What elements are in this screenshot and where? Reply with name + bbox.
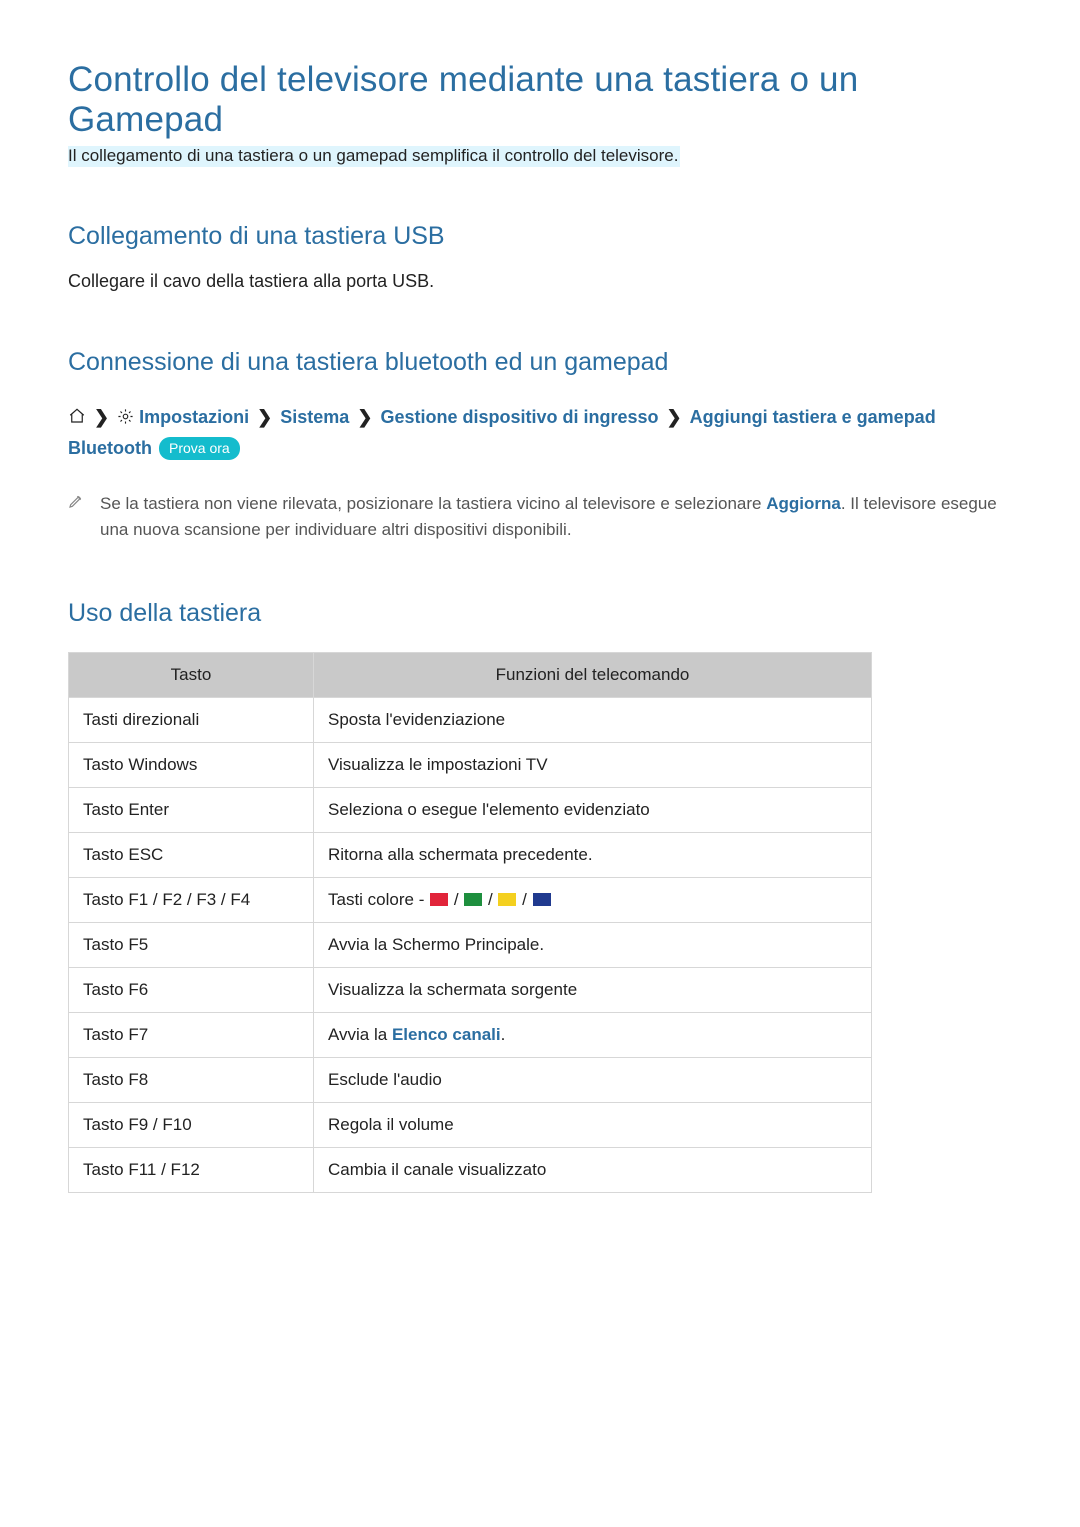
note-pre: Se la tastiera non viene rilevata, posiz…: [100, 494, 766, 513]
table-header-row: Tasto Funzioni del telecomando: [69, 653, 872, 698]
chevron-right-icon: ❯: [257, 407, 272, 427]
table-row: Tasto F5 Avvia la Schermo Principale.: [69, 923, 872, 968]
gear-icon: [117, 405, 134, 434]
note-highlight: Aggiorna: [766, 494, 841, 513]
color-swatch-blue-icon: [533, 893, 551, 906]
keyboard-table: Tasto Funzioni del telecomando Tasti dir…: [68, 652, 872, 1193]
pencil-icon: [68, 491, 100, 544]
section-usb-body: Collegare il cavo della tastiera alla po…: [68, 271, 1012, 292]
cell-func-pre: Avvia la: [328, 1025, 392, 1044]
page-subtitle: Il collegamento di una tastiera o un gam…: [68, 146, 680, 167]
table-row: Tasto ESC Ritorna alla schermata precede…: [69, 833, 872, 878]
cell-func: Regola il volume: [314, 1103, 872, 1148]
cell-key: Tasto F1 / F2 / F3 / F4: [69, 878, 314, 923]
section-heading-keyboard: Uso della tastiera: [68, 599, 1012, 628]
cell-key: Tasto ESC: [69, 833, 314, 878]
page-root: Controllo del televisore mediante una ta…: [0, 0, 1080, 1527]
cell-func-prefix: Tasti colore -: [328, 890, 429, 909]
table-row: Tasto F7 Avvia la Elenco canali.: [69, 1013, 872, 1058]
table-row: Tasto F8 Esclude l'audio: [69, 1058, 872, 1103]
cell-func-post: .: [501, 1025, 506, 1044]
cell-func: Avvia la Schermo Principale.: [314, 923, 872, 968]
section-heading-bluetooth: Connessione di una tastiera bluetooth ed…: [68, 348, 1012, 377]
color-swatch-yellow-icon: [498, 893, 516, 906]
cell-func: Cambia il canale visualizzato: [314, 1148, 872, 1193]
breadcrumb: ❯ Impostazioni ❯ Sistema ❯ Gestione disp…: [68, 403, 1012, 463]
chevron-right-icon: ❯: [357, 407, 372, 427]
cell-key: Tasto F7: [69, 1013, 314, 1058]
cell-func-link[interactable]: Elenco canali: [392, 1025, 501, 1044]
breadcrumb-item[interactable]: Gestione dispositivo di ingresso: [380, 407, 658, 427]
section-heading-usb: Collegamento di una tastiera USB: [68, 222, 1012, 251]
cell-key: Tasto Windows: [69, 743, 314, 788]
cell-func: Esclude l'audio: [314, 1058, 872, 1103]
cell-func: Ritorna alla schermata precedente.: [314, 833, 872, 878]
table-row: Tasto F11 / F12 Cambia il canale visuali…: [69, 1148, 872, 1193]
table-row: Tasto F1 / F2 / F3 / F4 Tasti colore - /…: [69, 878, 872, 923]
cell-key: Tasto F9 / F10: [69, 1103, 314, 1148]
cell-key: Tasto F8: [69, 1058, 314, 1103]
table-row: Tasto F9 / F10 Regola il volume: [69, 1103, 872, 1148]
color-swatch-red-icon: [430, 893, 448, 906]
try-now-badge[interactable]: Prova ora: [159, 437, 240, 460]
chevron-right-icon: ❯: [94, 407, 109, 427]
cell-key: Tasto F6: [69, 968, 314, 1013]
table-row: Tasto Enter Seleziona o esegue l'element…: [69, 788, 872, 833]
cell-func: Avvia la Elenco canali.: [314, 1013, 872, 1058]
home-icon: [68, 405, 86, 434]
cell-key: Tasto Enter: [69, 788, 314, 833]
table-row: Tasto Windows Visualizza le impostazioni…: [69, 743, 872, 788]
breadcrumb-item[interactable]: Impostazioni: [139, 407, 249, 427]
color-swatch-green-icon: [464, 893, 482, 906]
chevron-right-icon: ❯: [667, 407, 682, 427]
cell-func: Visualizza le impostazioni TV: [314, 743, 872, 788]
cell-key: Tasto F11 / F12: [69, 1148, 314, 1193]
table-header-func: Funzioni del telecomando: [314, 653, 872, 698]
cell-key: Tasto F5: [69, 923, 314, 968]
note: Se la tastiera non viene rilevata, posiz…: [68, 491, 1012, 544]
cell-key: Tasti direzionali: [69, 698, 314, 743]
table-row: Tasti direzionali Sposta l'evidenziazion…: [69, 698, 872, 743]
cell-func: Tasti colore - / / /: [314, 878, 872, 923]
table-row: Tasto F6 Visualizza la schermata sorgent…: [69, 968, 872, 1013]
table-header-key: Tasto: [69, 653, 314, 698]
page-title: Controllo del televisore mediante una ta…: [68, 60, 1012, 140]
note-text: Se la tastiera non viene rilevata, posiz…: [100, 491, 1012, 544]
cell-func: Seleziona o esegue l'elemento evidenziat…: [314, 788, 872, 833]
subtitle-wrap: Il collegamento di una tastiera o un gam…: [68, 146, 1012, 166]
cell-func: Visualizza la schermata sorgente: [314, 968, 872, 1013]
cell-func: Sposta l'evidenziazione: [314, 698, 872, 743]
breadcrumb-item[interactable]: Sistema: [280, 407, 349, 427]
